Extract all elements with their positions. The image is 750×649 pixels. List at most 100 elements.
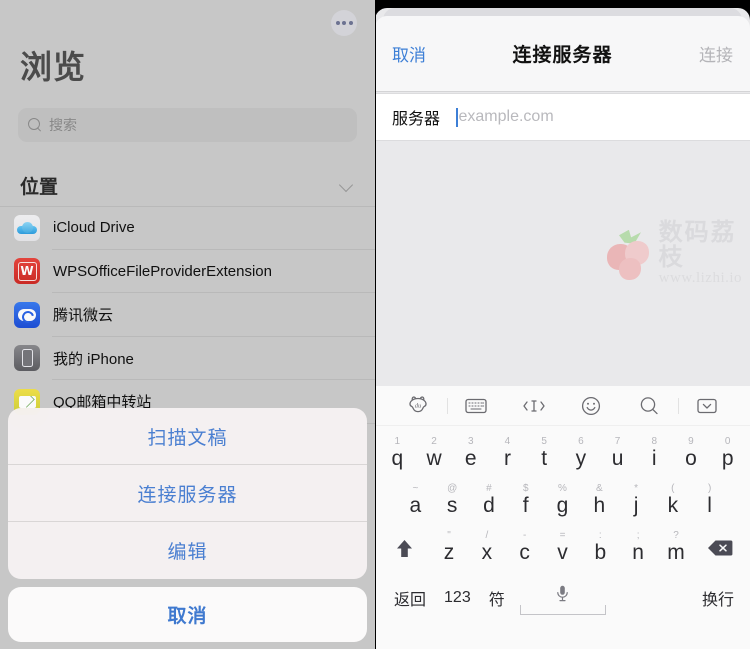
keyboard: du 1 q 2 w 3 e 4 r 5 t 6 y 7 u 8 i 9 o 0… [375,386,750,649]
key-label: n [632,541,644,564]
key-y[interactable]: 6y [563,435,600,479]
modal-navbar: 取消 连接服务器 连接 [375,16,750,92]
key-sub: - [522,530,527,541]
watermark: 数码荔枝 www.lizhi.io [605,220,750,287]
key-label: y [575,447,587,470]
emoji-icon[interactable] [563,386,621,426]
modal-cancel-button[interactable]: 取消 [392,41,426,66]
cancel-button[interactable]: 取消 [8,587,367,642]
watermark-url: www.lizhi.io [658,270,743,287]
search-icon[interactable] [620,386,678,426]
key-l[interactable]: ) l [691,482,728,526]
action-connect-to-server[interactable]: 连接服务器 [8,465,367,522]
dismiss-keyboard-icon[interactable] [679,386,737,426]
return-key[interactable]: 换行 [702,586,740,610]
panel-divider [375,0,376,649]
keyboard-row-1: 1q 2w 3e 4r 5t 6y 7u 8i 9o 0p [375,432,750,479]
keyboard-row-3: " z / x -c = v :b ; n ? m [375,526,750,573]
key-label: w [426,447,442,470]
key-sub: 5 [541,436,547,447]
keyboard-row-2: ~ a @ s # d $ f % g & h * j (k ) l [375,479,750,526]
key-sub: / [485,530,489,541]
key-d[interactable]: # d [471,482,508,526]
key-label: m [667,541,685,564]
action-sheet-group: 扫描文稿 连接服务器 编辑 [8,408,367,579]
action-edit[interactable]: 编辑 [8,522,367,579]
key-sub: = [559,530,566,541]
key-v[interactable]: = v [544,529,582,573]
baidu-logo-icon[interactable]: du [389,386,447,426]
keyboard-bottom-row: 返回 123 符 换行 [375,573,750,623]
cursor-move-icon[interactable] [505,386,563,426]
shift-icon[interactable] [379,529,430,573]
key-p[interactable]: 0p [709,435,746,479]
key-label: x [481,541,493,564]
key-label: h [593,494,606,517]
key-sub: ; [636,530,640,541]
back-key[interactable]: 返回 [385,586,435,610]
key-sub: 1 [394,436,401,447]
key-z[interactable]: " z [430,529,468,573]
key-sub: 8 [651,436,658,447]
key-sub: ( [671,483,675,494]
key-w[interactable]: 2w [416,435,453,479]
key-label: l [707,494,712,517]
symbols-key[interactable]: 符 [480,586,514,610]
key-b[interactable]: :b [581,529,619,573]
key-q[interactable]: 1q [379,435,416,479]
key-n[interactable]: ; n [619,529,657,573]
key-sub: " [447,530,451,541]
action-scan-document[interactable]: 扫描文稿 [8,408,367,465]
key-label: i [651,447,657,470]
key-u[interactable]: 7u [599,435,636,479]
lychee-logo-icon [605,228,651,280]
key-sub: & [595,483,603,494]
space-key[interactable] [519,585,606,615]
key-t[interactable]: 5t [526,435,563,479]
key-c[interactable]: -c [506,529,544,573]
key-m[interactable]: ? m [657,529,695,573]
key-s[interactable]: @ s [434,482,471,526]
key-a[interactable]: ~ a [397,482,434,526]
key-label: g [556,494,569,517]
key-label: z [443,541,455,564]
key-label: j [633,494,639,517]
server-field-row[interactable]: 服务器 example.com [375,93,750,141]
key-label: p [721,447,734,470]
text-caret [456,107,458,127]
key-g[interactable]: % g [544,482,581,526]
key-sub: 4 [504,436,511,447]
key-x[interactable]: / x [468,529,506,573]
watermark-name: 数码荔枝 [658,219,737,272]
key-sub: ~ [412,483,419,494]
key-sub: * [634,483,639,494]
connect-server-panel: 服务器 example.com 数码荔枝 www.lizhi.io 取消 连接服… [375,0,750,649]
keyboard-rows: 1q 2w 3e 4r 5t 6y 7u 8i 9o 0p ~ a @ s # … [375,426,750,623]
keyboard-switch-icon[interactable] [448,386,506,426]
key-f[interactable]: $ f [507,482,544,526]
server-input[interactable]: example.com [456,107,554,127]
action-sheet: 扫描文稿 连接服务器 编辑 取消 [8,408,367,642]
modal-connect-button[interactable]: 连接 [699,41,733,66]
key-label: b [594,541,607,564]
server-form: 服务器 example.com [375,93,750,141]
key-label: s [446,494,458,517]
key-sub: 6 [578,436,584,447]
key-j[interactable]: * j [618,482,655,526]
numbers-key[interactable]: 123 [435,589,480,607]
key-o[interactable]: 9o [673,435,710,479]
key-sub: 3 [467,436,474,447]
key-r[interactable]: 4r [489,435,526,479]
key-h[interactable]: & h [581,482,618,526]
modal-title: 连接服务器 [512,45,613,66]
key-label: o [685,447,697,470]
microphone-icon [557,585,568,602]
key-label: f [522,494,529,517]
key-k[interactable]: (k [654,482,691,526]
key-label: t [541,447,548,470]
delete-icon[interactable] [695,529,746,573]
screen: 浏览 搜索 位置 iCloud Drive W WPSOfficeFilePro… [0,0,750,649]
key-e[interactable]: 3e [452,435,489,479]
key-sub: @ [447,483,458,494]
key-i[interactable]: 8i [636,435,673,479]
